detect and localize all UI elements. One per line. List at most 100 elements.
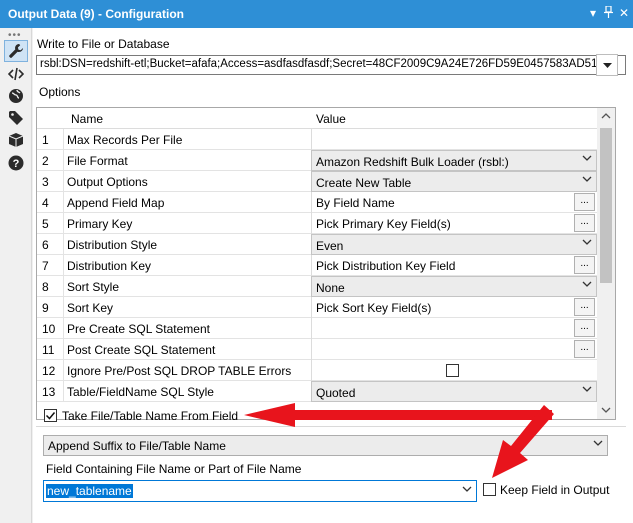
ellipsis-button[interactable]: ... (574, 256, 595, 274)
row-name: Distribution Style (67, 238, 158, 252)
distribution-style-value: Even (316, 239, 344, 253)
row-number: 12 (37, 360, 64, 381)
primary-key-text: Pick Primary Key Field(s) (316, 217, 451, 231)
row-number: 3 (37, 171, 64, 192)
field-select-value: new_tablename (46, 484, 133, 498)
ignore-drop-errors-checkbox[interactable] (446, 364, 459, 377)
svg-text:?: ? (13, 158, 20, 170)
distribution-key-text: Pick Distribution Key Field (316, 259, 456, 273)
box-icon[interactable] (4, 129, 28, 151)
row-number: 13 (37, 381, 64, 402)
row-name: Ignore Pre/Post SQL DROP TABLE Errors (67, 364, 292, 378)
post-create-sql-value[interactable]: ... (311, 339, 597, 360)
ellipsis-button[interactable]: ... (574, 340, 595, 358)
scroll-up-icon (601, 113, 611, 119)
grid-row-append-field-map[interactable]: 4 Append Field Map By Field Name ... (37, 192, 597, 213)
grid-row-output-options[interactable]: 3 Output Options Create New Table (37, 171, 597, 192)
grid-row-pre-create-sql[interactable]: 10 Pre Create SQL Statement ... (37, 318, 597, 339)
chevron-down-icon (582, 281, 592, 287)
chevron-down-icon (602, 62, 612, 68)
max-records-value[interactable] (311, 129, 597, 150)
grid-row-sql-style[interactable]: 13 Table/FieldName SQL Style Quoted (37, 381, 597, 402)
field-select[interactable]: new_tablename (43, 480, 477, 502)
file-format-value: Amazon Redshift Bulk Loader (rsbl:) (316, 155, 509, 169)
sort-style-value: None (316, 281, 345, 295)
grid-row-sort-style[interactable]: 8 Sort Style None (37, 276, 597, 297)
append-field-map-value[interactable]: By Field Name ... (311, 192, 597, 213)
output-options-select[interactable]: Create New Table (311, 171, 597, 192)
grid-row-primary-key[interactable]: 5 Primary Key Pick Primary Key Field(s) … (37, 213, 597, 234)
write-to-label: Write to File or Database (37, 37, 170, 51)
row-name: Post Create SQL Statement (67, 343, 216, 357)
row-number: 7 (37, 255, 64, 276)
row-name: File Format (67, 154, 128, 168)
distribution-style-select[interactable]: Even (311, 234, 597, 255)
grid-row-distribution-style[interactable]: 6 Distribution Style Even (37, 234, 597, 255)
grid-scrollbar[interactable] (597, 108, 615, 419)
connection-dropdown-button[interactable] (596, 54, 618, 76)
chevron-down-icon (582, 386, 592, 392)
row-number: 8 (37, 276, 64, 297)
row-name: Primary Key (67, 217, 133, 231)
scrollbar-thumb[interactable] (600, 128, 612, 283)
keep-field-checkbox[interactable] (483, 483, 496, 496)
row-number: 5 (37, 213, 64, 234)
chevron-down-icon (593, 440, 603, 446)
sql-style-select[interactable]: Quoted (311, 381, 597, 402)
row-name: Sort Key (67, 301, 114, 315)
ellipsis-button[interactable]: ... (574, 319, 595, 337)
sql-style-value: Quoted (316, 386, 356, 400)
code-icon[interactable] (4, 63, 28, 85)
grid-header-name: Name (71, 112, 104, 126)
sort-style-select[interactable]: None (311, 276, 597, 297)
chevron-down-icon (582, 239, 592, 245)
grid-row-post-create-sql[interactable]: 11 Post Create SQL Statement ... (37, 339, 597, 360)
row-number: 2 (37, 150, 64, 171)
configuration-panel: Write to File or Database rsbl:DSN=redsh… (33, 28, 633, 523)
close-icon[interactable]: ✕ (619, 6, 629, 20)
row-name: Pre Create SQL Statement (67, 322, 210, 336)
ellipsis-button[interactable]: ... (574, 214, 595, 232)
grid-header: Name Value (37, 108, 597, 129)
grid-row-ignore-drop-errors[interactable]: 12 Ignore Pre/Post SQL DROP TABLE Errors (37, 360, 597, 381)
pre-create-sql-value[interactable]: ... (311, 318, 597, 339)
append-option-select[interactable]: Append Suffix to File/Table Name (43, 435, 608, 456)
ignore-drop-errors-value (311, 360, 597, 381)
take-name-checkbox[interactable] (44, 409, 57, 422)
globe-icon[interactable] (4, 85, 28, 107)
options-grid: Name Value 1 Max Records Per File 2 File… (36, 107, 616, 420)
distribution-key-value[interactable]: Pick Distribution Key Field ... (311, 255, 597, 276)
field-containing-label: Field Containing File Name or Part of Fi… (46, 462, 302, 476)
pin-icon[interactable] (604, 5, 613, 21)
row-name: Max Records Per File (67, 133, 183, 147)
connection-string-input[interactable]: rsbl:DSN=redshift-etl;Bucket=afafa;Acces… (36, 55, 626, 75)
row-name: Output Options (67, 175, 148, 189)
chevron-down-icon (582, 176, 592, 182)
ellipsis-button[interactable]: ... (574, 193, 595, 211)
grid-row-distribution-key[interactable]: 7 Distribution Key Pick Distribution Key… (37, 255, 597, 276)
append-field-map-text: By Field Name (316, 196, 395, 210)
row-number: 9 (37, 297, 64, 318)
help-icon[interactable]: ? (4, 152, 28, 174)
grid-row-file-format[interactable]: 2 File Format Amazon Redshift Bulk Loade… (37, 150, 597, 171)
row-name: Distribution Key (67, 259, 152, 273)
grid-row-max-records[interactable]: 1 Max Records Per File (37, 129, 597, 150)
row-number: 6 (37, 234, 64, 255)
window-title: Output Data (9) - Configuration (8, 7, 184, 21)
row-name: Table/FieldName SQL Style (67, 385, 214, 399)
dropdown-icon[interactable]: ▾ (590, 6, 596, 20)
row-name: Append Field Map (67, 196, 165, 210)
primary-key-value[interactable]: Pick Primary Key Field(s) ... (311, 213, 597, 234)
grid-header-value: Value (316, 112, 346, 126)
wrench-icon[interactable] (4, 40, 28, 62)
file-format-select[interactable]: Amazon Redshift Bulk Loader (rsbl:) (311, 150, 597, 171)
append-option-value: Append Suffix to File/Table Name (48, 439, 226, 453)
tool-sidebar: ••• ? (0, 28, 32, 523)
grid-row-sort-key[interactable]: 9 Sort Key Pick Sort Key Field(s) ... (37, 297, 597, 318)
tag-icon[interactable] (4, 107, 28, 129)
sort-key-value[interactable]: Pick Sort Key Field(s) ... (311, 297, 597, 318)
ellipsis-button[interactable]: ... (574, 298, 595, 316)
chevron-down-icon (462, 486, 472, 492)
options-label: Options (39, 85, 81, 99)
row-number: 4 (37, 192, 64, 213)
